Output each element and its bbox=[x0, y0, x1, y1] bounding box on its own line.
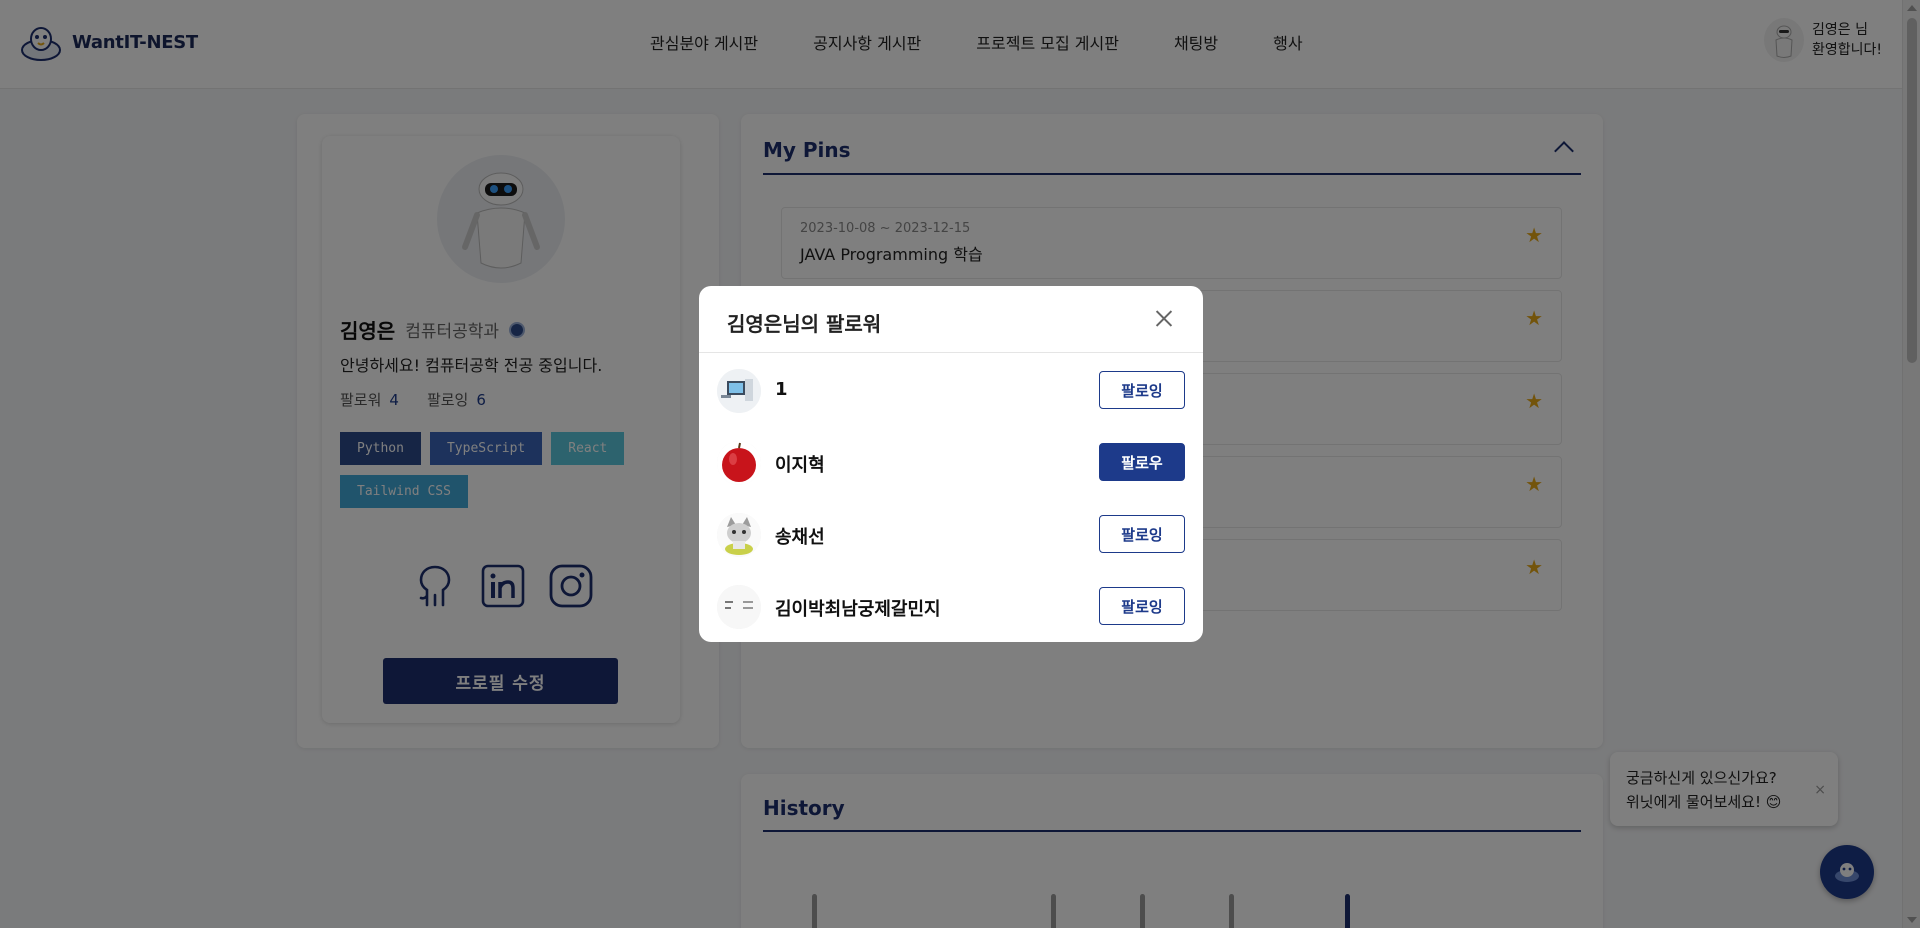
cat-image-icon bbox=[717, 513, 761, 557]
follower-name[interactable]: 송채선 bbox=[775, 523, 825, 549]
follower-name[interactable]: 1 bbox=[775, 379, 788, 400]
apple-image-icon bbox=[717, 441, 761, 485]
follower-name[interactable]: 이지혁 bbox=[775, 451, 825, 477]
followers-modal: 김영은님의 팔로워 1 팔로잉 이지혁 팔로우 송채선 팔로잉 김이박최남궁제갈… bbox=[699, 286, 1203, 642]
document-image-icon bbox=[717, 585, 761, 629]
follower-avatar bbox=[717, 441, 761, 485]
follower-row: 김이박최남궁제갈민지 팔로잉 bbox=[699, 569, 1203, 641]
following-button[interactable]: 팔로잉 bbox=[1099, 371, 1185, 409]
following-button[interactable]: 팔로잉 bbox=[1099, 515, 1185, 553]
follower-avatar bbox=[717, 369, 761, 413]
follower-avatar bbox=[717, 585, 761, 629]
devices-image-icon bbox=[717, 369, 761, 413]
follower-avatar bbox=[717, 513, 761, 557]
follower-row: 송채선 팔로잉 bbox=[699, 497, 1203, 569]
follower-name[interactable]: 김이박최남궁제갈민지 bbox=[775, 595, 941, 621]
follower-row: 1 팔로잉 bbox=[699, 353, 1203, 425]
modal-title: 김영은님의 팔로워 bbox=[727, 312, 882, 336]
follower-row: 이지혁 팔로우 bbox=[699, 425, 1203, 497]
modal-header: 김영은님의 팔로워 bbox=[699, 286, 1203, 353]
close-icon[interactable] bbox=[1153, 308, 1175, 330]
follow-button[interactable]: 팔로우 bbox=[1099, 443, 1185, 481]
following-button[interactable]: 팔로잉 bbox=[1099, 587, 1185, 625]
